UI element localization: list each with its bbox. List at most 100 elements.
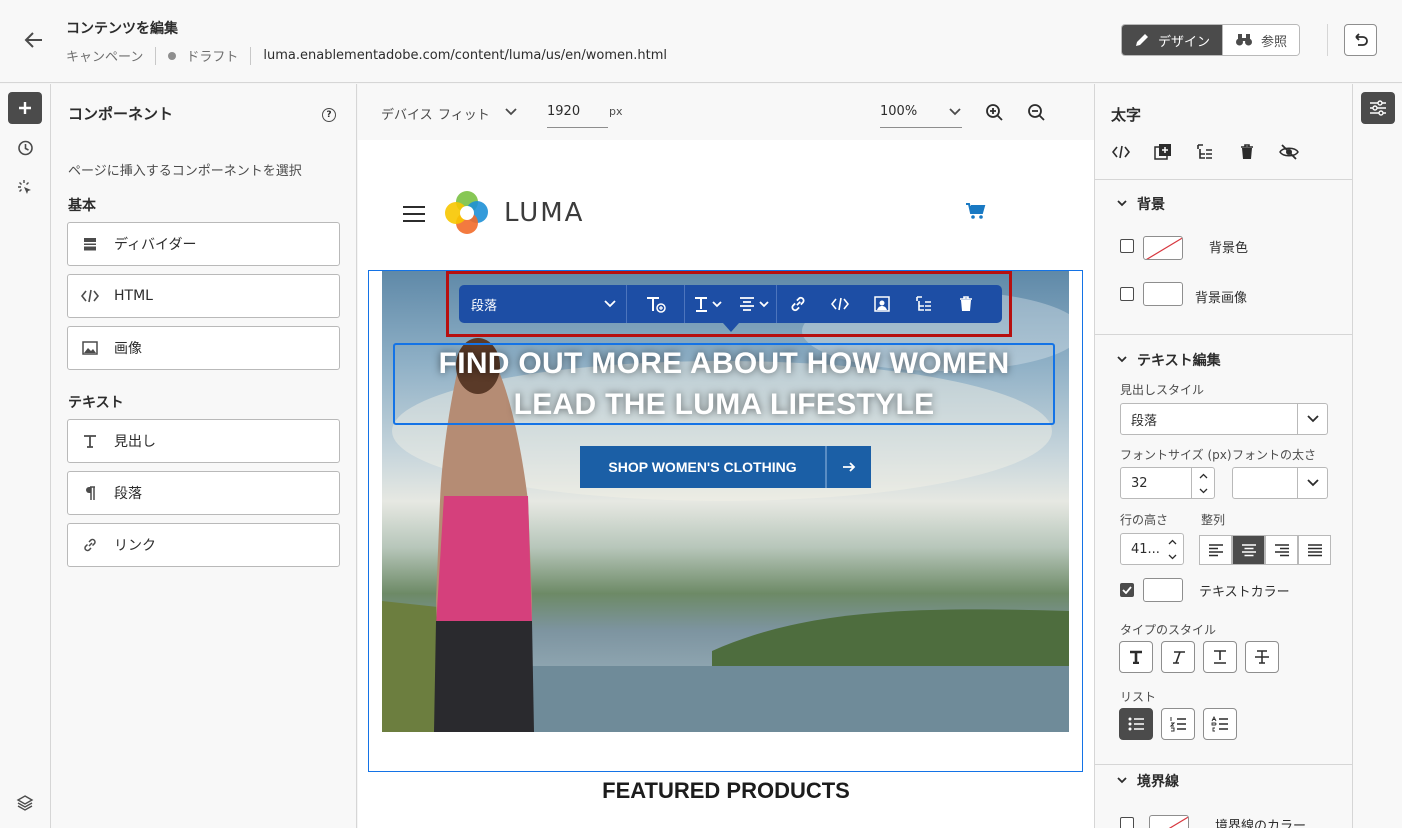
background-section-toggle[interactable]: 背景	[1117, 194, 1165, 214]
binoculars-icon	[1236, 34, 1253, 46]
properties-toggle-button[interactable]	[1361, 92, 1395, 124]
zoom-out-icon[interactable]	[1027, 103, 1046, 122]
font-weight-select[interactable]	[1232, 467, 1328, 499]
chevron-down-icon[interactable]	[505, 108, 517, 116]
text-section-heading: テキスト	[68, 395, 124, 411]
align-right-icon[interactable]	[1265, 535, 1298, 565]
align-left-icon[interactable]	[1199, 535, 1232, 565]
email-canvas: LUMA FIND OUT MORE ABOUT HOW WOMEN LEAD …	[358, 140, 1094, 828]
bullet-list-icon[interactable]	[1119, 708, 1153, 740]
chevron-down-icon[interactable]	[949, 108, 961, 116]
insert-link-button[interactable]	[777, 285, 819, 323]
duplicate-icon[interactable]	[1153, 142, 1173, 162]
select-parent-button[interactable]	[861, 285, 903, 323]
shop-womens-clothing-button[interactable]: SHOP WOMEN'S CLOTHING	[580, 446, 871, 488]
duplicate-button[interactable]	[903, 285, 945, 323]
delete-button[interactable]	[945, 285, 987, 323]
tree-structure-icon[interactable]	[1195, 142, 1215, 162]
layers-button[interactable]	[8, 787, 42, 819]
text-edit-heading: テキスト編集	[1137, 353, 1221, 369]
type-style-label: タイプのスタイル	[1120, 623, 1217, 637]
device-select[interactable]: フィット	[438, 104, 490, 123]
zoom-select[interactable]: 100%	[880, 104, 917, 119]
help-icon[interactable]: ?	[322, 108, 336, 122]
bold-icon[interactable]	[1119, 641, 1153, 673]
border-color-swatch[interactable]	[1149, 815, 1189, 828]
back-arrow-icon[interactable]	[22, 28, 46, 52]
hero-photo-graphic	[382, 291, 1069, 732]
background-image-swatch[interactable]	[1143, 282, 1183, 306]
component-heading[interactable]: 見出し	[67, 419, 340, 463]
alpha-list-icon[interactable]	[1203, 708, 1237, 740]
italic-icon[interactable]	[1161, 641, 1195, 673]
divider	[1095, 334, 1352, 335]
component-link[interactable]: リンク	[67, 523, 340, 567]
properties-title: 太字	[1111, 106, 1142, 124]
border-section-toggle[interactable]: 境界線	[1117, 771, 1179, 791]
text-color-checkbox[interactable]	[1120, 583, 1134, 597]
background-color-label: 背景色	[1209, 241, 1249, 256]
components-title: コンポーネント	[68, 105, 174, 123]
cta-label: SHOP WOMEN'S CLOTHING	[580, 446, 827, 488]
history-button[interactable]	[8, 132, 42, 164]
width-input[interactable]: 1920	[547, 104, 580, 119]
personalize-text-button[interactable]	[627, 285, 685, 323]
font-size-input[interactable]: 32	[1120, 467, 1215, 499]
components-panel: コンポーネント ? ページに挿入するコンポーネントを選択 基本 ディバイダー H…	[51, 84, 357, 828]
border-color-checkbox[interactable]	[1120, 817, 1134, 828]
align-justify-icon[interactable]	[1298, 535, 1331, 565]
text-style-button[interactable]	[685, 285, 731, 323]
undo-button[interactable]	[1344, 24, 1377, 56]
hide-icon[interactable]	[1279, 142, 1299, 162]
format-dropdown[interactable]: 段落	[459, 285, 627, 323]
trash-icon[interactable]	[1237, 142, 1257, 162]
code-icon	[831, 297, 849, 311]
line-height-input[interactable]: 41...	[1120, 533, 1184, 565]
history-icon	[18, 140, 33, 156]
design-mode-button[interactable]: デザイン	[1122, 25, 1223, 55]
component-html[interactable]: HTML	[67, 274, 340, 318]
text-edit-section-toggle[interactable]: テキスト編集	[1117, 350, 1221, 370]
background-color-checkbox[interactable]	[1120, 239, 1134, 253]
background-image-checkbox[interactable]	[1120, 287, 1134, 301]
font-size-label: フォントサイズ (px)	[1120, 448, 1232, 462]
strikethrough-icon[interactable]	[1245, 641, 1279, 673]
heading-style-select[interactable]: 段落	[1120, 403, 1328, 435]
link-icon	[791, 296, 805, 312]
design-mode-label: デザイン	[1158, 34, 1211, 50]
mode-switcher: デザイン 参照	[1121, 24, 1301, 56]
basic-section-heading: 基本	[68, 198, 96, 214]
luma-wordmark: LUMA	[504, 198, 585, 228]
numbered-list-icon[interactable]	[1161, 708, 1195, 740]
divider	[1095, 764, 1352, 765]
underline-icon[interactable]	[1203, 641, 1237, 673]
background-color-swatch[interactable]	[1143, 236, 1183, 260]
chevron-down-icon	[1117, 776, 1127, 787]
text-align-button[interactable]	[731, 285, 777, 323]
zoom-in-icon[interactable]	[985, 103, 1004, 122]
reference-mode-button[interactable]: 参照	[1222, 25, 1300, 55]
text-color-swatch[interactable]	[1143, 578, 1183, 602]
toolbar-pointer	[723, 323, 739, 332]
line-height-stepper[interactable]	[1161, 534, 1183, 564]
component-paragraph[interactable]: 段落	[67, 471, 340, 515]
code-icon	[80, 286, 100, 306]
component-label: HTML	[114, 288, 153, 304]
component-divider[interactable]: ディバイダー	[67, 222, 340, 266]
interactions-button[interactable]	[8, 172, 42, 204]
font-size-stepper[interactable]	[1191, 468, 1215, 498]
hero-headline[interactable]: FIND OUT MORE ABOUT HOW WOMEN LEAD THE L…	[393, 343, 1055, 425]
component-image[interactable]: 画像	[67, 326, 340, 370]
source-code-button[interactable]	[819, 285, 861, 323]
hero-image[interactable]	[382, 271, 1069, 732]
code-icon[interactable]	[1111, 142, 1131, 162]
breadcrumb-divider	[155, 46, 157, 65]
status-label: ドラフト	[186, 50, 239, 65]
device-label: デバイス	[381, 108, 433, 123]
component-label: 画像	[114, 341, 142, 357]
add-components-button[interactable]	[8, 92, 42, 124]
alignment-group	[1199, 535, 1331, 565]
align-center-icon[interactable]	[1232, 535, 1265, 565]
shopping-cart-icon[interactable]	[965, 202, 987, 220]
font-weight-label: フォントの太さ	[1232, 448, 1317, 462]
